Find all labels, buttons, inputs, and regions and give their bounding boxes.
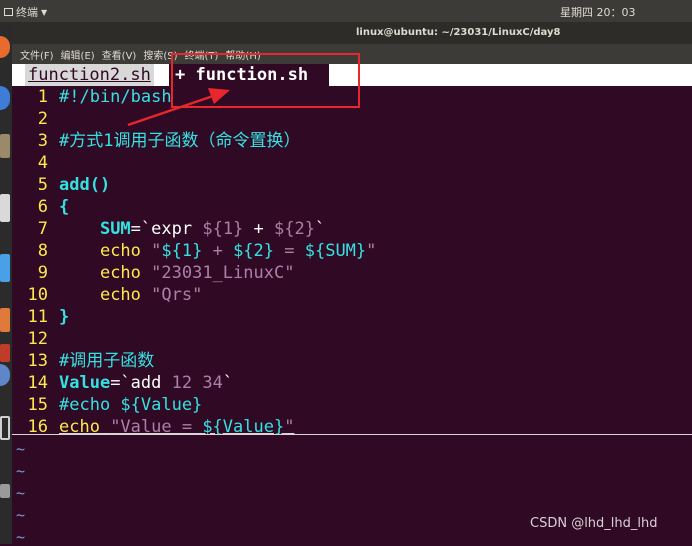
watermark: CSDN @lhd_lhd_lhd <box>530 516 658 531</box>
annotation-arrow-icon <box>127 88 230 127</box>
